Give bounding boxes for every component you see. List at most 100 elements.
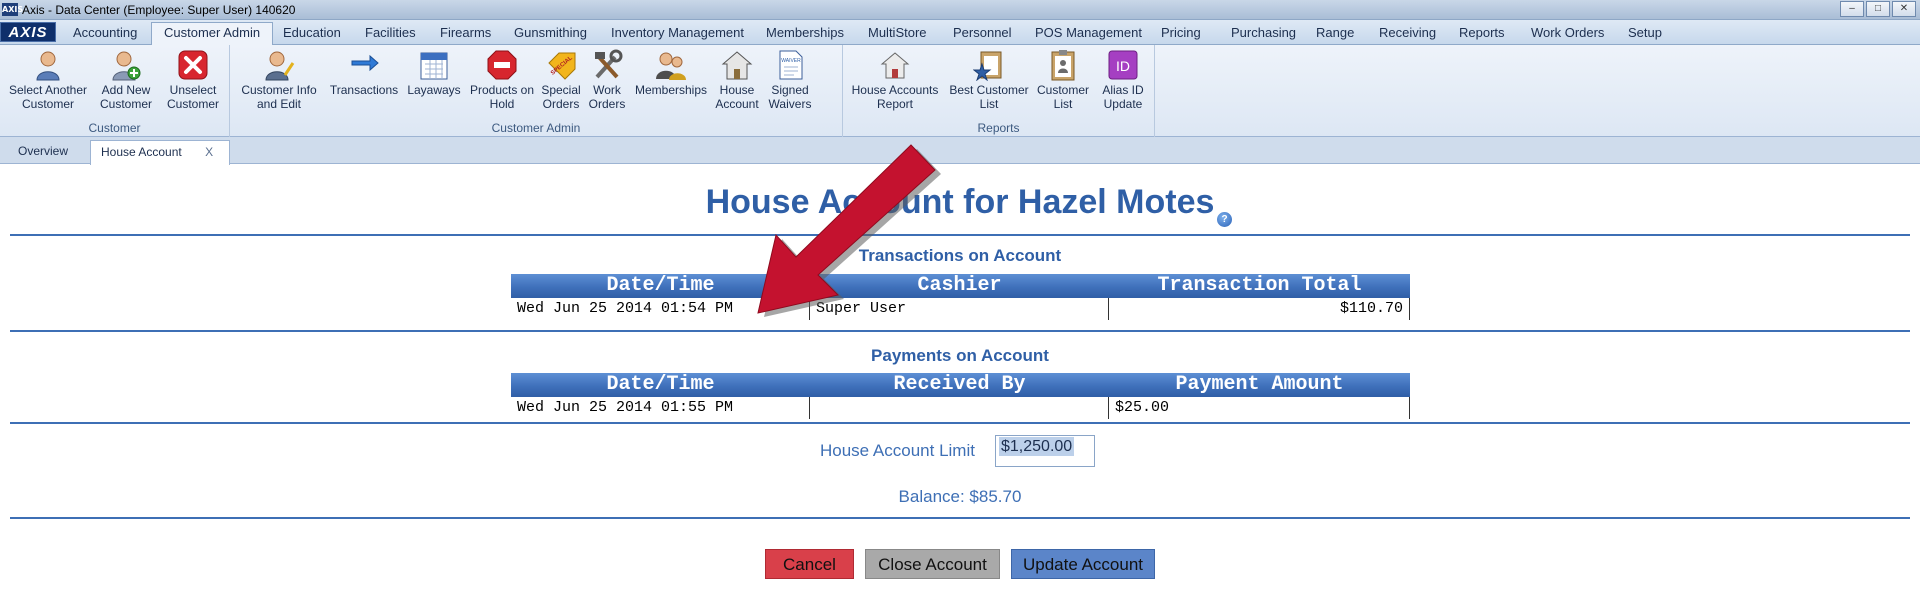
table-row[interactable]: Wed Jun 25 2014 01:54 PM Super User $110… — [511, 298, 1410, 320]
tab-reports[interactable]: Reports — [1459, 23, 1505, 45]
cell-total: $110.70 — [1109, 298, 1410, 320]
select-another-customer-button[interactable]: Select Another Customer — [4, 49, 92, 111]
person-icon — [36, 51, 60, 81]
ribbon-button-label: House Accounts Report — [851, 83, 939, 111]
minimize-button[interactable]: – — [1840, 1, 1864, 17]
red-x-icon — [178, 50, 208, 80]
group-label-reports: Reports — [977, 121, 1020, 135]
table-header: Date/Time Received By Payment Amount — [511, 373, 1410, 397]
tab-multistore[interactable]: MultiStore — [868, 23, 927, 45]
memberships-button[interactable]: Memberships — [632, 49, 710, 97]
tab-facilities[interactable]: Facilities — [365, 23, 416, 45]
add-person-icon — [112, 51, 141, 81]
tab-education[interactable]: Education — [283, 23, 341, 45]
alias-id-update-button[interactable]: ID Alias ID Update — [1095, 49, 1151, 111]
house-account-limit-input[interactable]: $1,250.00 — [995, 435, 1095, 467]
members-icon — [656, 52, 686, 80]
signed-waivers-button[interactable]: WAIVER Signed Waivers — [764, 49, 816, 111]
column-header-total[interactable]: Transaction Total — [1109, 274, 1410, 298]
work-orders-button[interactable]: Work Orders — [584, 49, 630, 111]
payments-table: Date/Time Received By Payment Amount Wed… — [511, 373, 1410, 419]
tab-range[interactable]: Range — [1316, 23, 1354, 45]
ribbon-button-label: Memberships — [634, 83, 708, 97]
ribbon-button-label: Add New Customer — [99, 83, 152, 111]
tab-pricing[interactable]: Pricing — [1161, 23, 1201, 45]
table-row[interactable]: Wed Jun 25 2014 01:55 PM $25.00 — [511, 397, 1410, 419]
layaways-button[interactable]: Layaways — [404, 49, 464, 97]
ribbon-button-label: Select Another Customer — [8, 83, 88, 111]
ribbon-button-label: Transactions — [329, 83, 399, 97]
window-controls: – □ ✕ — [1840, 1, 1916, 17]
column-header-date[interactable]: Date/Time — [511, 274, 810, 298]
ribbon-button-label: Work Orders — [588, 83, 626, 111]
column-header-payment-amount[interactable]: Payment Amount — [1109, 373, 1410, 397]
tab-pos-management[interactable]: POS Management — [1035, 23, 1142, 45]
cancel-button[interactable]: Cancel — [765, 549, 854, 579]
payments-title: Payments on Account — [871, 346, 1049, 365]
ribbon-button-label: Customer List — [1036, 83, 1089, 111]
tab-customer-admin[interactable]: Customer Admin — [151, 22, 274, 46]
update-account-button[interactable]: Update Account — [1011, 549, 1155, 579]
calendar-icon — [420, 52, 448, 80]
tools-icon — [595, 49, 623, 79]
waiver-doc-text: WAIVER — [781, 58, 801, 64]
customer-list-button[interactable]: Customer List — [1033, 49, 1093, 111]
close-tab-button[interactable]: X — [205, 145, 213, 159]
tab-overview[interactable]: Overview — [8, 140, 78, 164]
tab-gunsmithing[interactable]: Gunsmithing — [514, 23, 587, 45]
table-header: Date/Time Cashier Transaction Total — [511, 274, 1410, 298]
column-header-received-by[interactable]: Received By — [810, 373, 1109, 397]
ribbon-group-reports: House Accounts Report Best Customer List — [843, 45, 1155, 137]
help-icon[interactable]: ? — [1217, 212, 1232, 227]
column-header-date[interactable]: Date/Time — [511, 373, 810, 397]
tab-house-account[interactable]: House Account X — [90, 140, 230, 165]
house-report-icon — [880, 52, 910, 79]
tab-purchasing[interactable]: Purchasing — [1231, 23, 1296, 45]
column-header-cashier[interactable]: Cashier — [810, 274, 1109, 298]
main-menu: AXIS Accounting Customer Admin Education… — [0, 20, 1920, 46]
transactions-button[interactable]: Transactions — [326, 49, 402, 97]
special-orders-button[interactable]: SPECIAL Special Orders — [540, 49, 582, 111]
title-bar: AXIS Axis - Data Center (Employee: Super… — [0, 0, 1920, 20]
axis-logo: AXIS — [0, 22, 56, 42]
house-account-button[interactable]: House Account — [712, 49, 762, 111]
divider — [10, 517, 1910, 519]
clipboard-icon — [1051, 50, 1075, 81]
ribbon-button-label: House Account — [715, 83, 759, 111]
add-new-customer-button[interactable]: Add New Customer — [94, 49, 158, 111]
house-accounts-report-button[interactable]: House Accounts Report — [849, 49, 941, 111]
tab-house-account-label: House Account — [101, 145, 182, 159]
ribbon-button-label: Unselect Customer — [166, 83, 219, 111]
ribbon: Select Another Customer Add New Customer… — [0, 45, 1920, 137]
cell-payment-amount: $25.00 — [1109, 397, 1410, 419]
tab-receiving[interactable]: Receiving — [1379, 23, 1436, 45]
maximize-button[interactable]: □ — [1866, 1, 1890, 17]
best-customer-list-button[interactable]: Best Customer List — [947, 49, 1031, 111]
divider — [10, 234, 1910, 236]
cell-cashier: Super User — [810, 298, 1109, 320]
special-tag-icon: SPECIAL — [548, 52, 576, 80]
tab-work-orders[interactable]: Work Orders — [1531, 23, 1604, 45]
stop-sign-icon — [487, 50, 517, 80]
tab-accounting[interactable]: Accounting — [73, 23, 137, 45]
limit-value-selected: $1,250.00 — [999, 437, 1075, 456]
tab-setup[interactable]: Setup — [1628, 23, 1662, 45]
ribbon-button-label: Alias ID Update — [1102, 83, 1144, 111]
products-on-hold-button[interactable]: Products on Hold — [466, 49, 538, 111]
person-edit-icon — [265, 51, 295, 81]
group-label-customer-admin: Customer Admin — [491, 121, 581, 135]
customer-info-edit-button[interactable]: Customer Info and Edit — [234, 49, 324, 111]
id-badge-text: ID — [1116, 58, 1130, 74]
cell-date: Wed Jun 25 2014 01:55 PM — [511, 397, 810, 419]
tab-inventory-management[interactable]: Inventory Management — [611, 23, 744, 45]
tab-firearms[interactable]: Firearms — [440, 23, 491, 45]
balance-text: Balance: $85.70 — [898, 487, 1022, 506]
tab-personnel[interactable]: Personnel — [953, 23, 1012, 45]
close-window-button[interactable]: ✕ — [1892, 1, 1916, 17]
cell-date: Wed Jun 25 2014 01:54 PM — [511, 298, 810, 320]
tab-memberships[interactable]: Memberships — [766, 23, 844, 45]
close-account-button[interactable]: Close Account — [865, 549, 1000, 579]
unselect-customer-button[interactable]: Unselect Customer — [160, 49, 226, 111]
document-tabs: Overview House Account X — [0, 137, 1920, 165]
ribbon-button-label: Best Customer List — [949, 83, 1029, 111]
